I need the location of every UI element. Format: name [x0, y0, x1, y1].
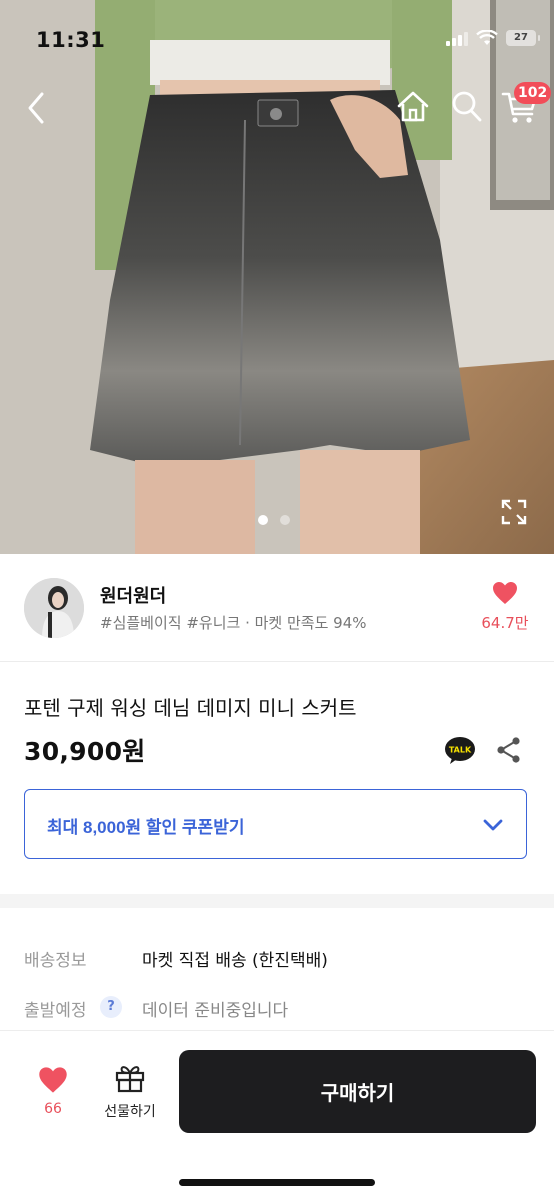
product-price: 30,900원 [24, 737, 146, 766]
signal-icon [446, 30, 468, 46]
product-photo [0, 0, 554, 554]
expand-image-button[interactable] [500, 498, 528, 526]
home-button[interactable] [394, 88, 432, 126]
status-bar: 11:31 27 [0, 0, 554, 80]
departure-info-row: 출발예정 ? 데이터 준비중입니다 [24, 994, 524, 1024]
wifi-icon [476, 30, 498, 45]
share-icon [497, 737, 520, 763]
home-indicator [179, 1179, 375, 1186]
section-divider [0, 894, 554, 908]
avatar-image [24, 578, 84, 638]
seller-section[interactable]: 원더원더 #심플베이직 #유니크 · 마켓 만족도 94% 64.7만 [0, 554, 554, 662]
share-button[interactable] [496, 736, 522, 764]
gift-icon [115, 1066, 145, 1093]
status-time: 11:31 [36, 28, 106, 52]
seller-like-count: 64.7만 [481, 614, 529, 632]
seller-like-button[interactable]: 64.7만 [480, 580, 530, 633]
gallery-dot[interactable] [280, 515, 290, 525]
search-icon [452, 91, 482, 122]
departure-label: 출발예정 [24, 1001, 87, 1021]
gallery-pagination [258, 515, 290, 525]
cart-count-badge: 102 [514, 82, 552, 104]
buy-button[interactable]: 구매하기 [179, 1050, 536, 1133]
bottom-action-bar: 66 선물하기 구매하기 [0, 1030, 554, 1200]
help-icon[interactable]: ? [100, 996, 122, 1018]
chevron-left-icon [28, 92, 44, 124]
heart-icon [493, 582, 517, 604]
search-button[interactable] [450, 88, 484, 124]
seller-tags: #심플베이직 #유니크 · 마켓 만족도 94% [100, 614, 367, 632]
kakao-talk-icon: TALK [445, 737, 475, 764]
chevron-down-icon [483, 819, 503, 831]
favorite-count: 66 [44, 1101, 62, 1117]
delivery-info-row: 배송정보 마켓 직접 배송 (한진택배) [24, 944, 524, 974]
coupon-label: 최대 8,000원 할인 쿠폰받기 [47, 818, 245, 837]
delivery-label: 배송정보 [24, 951, 87, 971]
product-image-gallery[interactable] [0, 0, 554, 554]
favorite-button[interactable]: 66 [28, 1065, 78, 1125]
expand-icon [501, 499, 527, 525]
delivery-value: 마켓 직접 배송 (한진택배) [142, 951, 328, 971]
battery-icon: 27 [506, 30, 540, 46]
gift-label: 선물하기 [104, 1104, 156, 1120]
gift-button[interactable]: 선물하기 [96, 1063, 164, 1125]
seller-name[interactable]: 원더원더 [100, 582, 166, 608]
status-icons: 27 [446, 30, 540, 46]
seller-avatar[interactable] [24, 578, 84, 638]
heart-icon [39, 1067, 67, 1093]
departure-value: 데이터 준비중입니다 [142, 1001, 289, 1021]
kakao-talk-label: TALK [449, 746, 472, 755]
product-title: 포텐 구제 워싱 데님 데미지 미니 스커트 [24, 696, 357, 720]
kakao-talk-button[interactable]: TALK [444, 736, 476, 764]
coupon-button[interactable]: 최대 8,000원 할인 쿠폰받기 [24, 789, 527, 859]
home-icon [397, 91, 429, 122]
gallery-dot-active[interactable] [258, 515, 268, 525]
back-button[interactable] [22, 88, 52, 128]
